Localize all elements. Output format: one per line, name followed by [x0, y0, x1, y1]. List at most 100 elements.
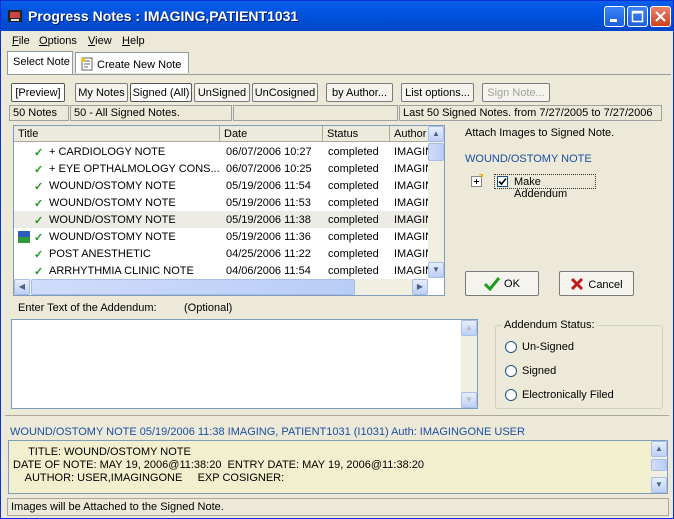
maximize-button[interactable] — [627, 6, 648, 27]
note-status: completed — [328, 197, 379, 209]
maximize-icon — [631, 10, 644, 23]
sign-note-button[interactable]: Sign Note... — [482, 83, 550, 102]
radio-unsigned[interactable] — [505, 341, 517, 353]
by-author-button[interactable]: by Author... — [326, 83, 393, 102]
ok-button[interactable]: OK — [465, 271, 539, 296]
note-title: WOUND/OSTOMY NOTE — [49, 197, 176, 209]
radio-signed[interactable] — [505, 365, 517, 377]
addendum-text-label: Enter Text of the Addendum: — [18, 302, 157, 314]
unsigned-button[interactable]: UnSigned — [194, 83, 250, 102]
scroll-down-icon[interactable]: ▼ — [651, 477, 667, 493]
signed-check-icon: ✓ — [34, 215, 44, 227]
note-text-vertical-scrollbar[interactable]: ▲ ▼ — [651, 441, 667, 493]
note-date: 04/25/2006 11:22 — [226, 248, 311, 260]
ok-check-icon — [483, 277, 501, 292]
scroll-thumb[interactable] — [31, 279, 355, 295]
column-header-status[interactable]: Status — [323, 126, 390, 142]
notes-list[interactable]: Title Date Status Author ✓ + CARDIOLOGY … — [13, 125, 445, 296]
attach-heading: Attach Images to Signed Note. — [465, 127, 615, 139]
tab-select-note[interactable]: Select Note — [7, 51, 73, 74]
scroll-down-icon[interactable]: ▼ — [461, 392, 477, 408]
note-count: 50 Notes — [9, 105, 69, 121]
scroll-thumb[interactable] — [428, 143, 444, 161]
column-header-title[interactable]: Title — [14, 126, 220, 142]
note-row[interactable]: ✓ POST ANESTHETIC 04/25/2006 11:22 compl… — [14, 245, 434, 262]
note-row[interactable]: ✓ + CARDIOLOGY NOTE 06/07/2006 10:27 com… — [14, 143, 434, 160]
expand-plus-icon[interactable] — [471, 174, 485, 188]
scroll-up-icon[interactable]: ▲ — [461, 320, 477, 336]
minimize-icon — [610, 19, 617, 22]
note-text-line: TITLE: WOUND/OSTOMY NOTE — [13, 446, 191, 458]
note-text-preview[interactable]: TITLE: WOUND/OSTOMY NOTE DATE OF NOTE: M… — [8, 440, 668, 494]
tab-create-new-note[interactable]: Create New Note — [75, 52, 189, 73]
addendum-status-legend: Addendum Status: — [502, 319, 597, 331]
list-options-button[interactable]: List options... — [401, 83, 474, 102]
uncosigned-button[interactable]: UnCosigned — [252, 83, 318, 102]
signed-all-button[interactable]: Signed (All) — [130, 83, 192, 102]
signed-check-icon: ✓ — [34, 249, 44, 261]
progress-notes-window: Progress Notes : IMAGING,PATIENT1031 Fil… — [0, 0, 674, 519]
title-bar[interactable]: Progress Notes : IMAGING,PATIENT1031 — [1, 1, 673, 31]
column-header-author[interactable]: Author — [390, 126, 430, 142]
tab-create-new-note-label: Create New Note — [97, 59, 182, 71]
scroll-up-icon[interactable]: ▲ — [651, 441, 667, 457]
make-addendum-checkbox[interactable] — [497, 176, 508, 187]
ok-label: OK — [504, 278, 520, 290]
minimize-button[interactable] — [604, 6, 625, 27]
app-icon — [8, 10, 22, 22]
notes-list-vertical-scrollbar[interactable]: ▲ ▼ — [428, 126, 444, 278]
cancel-x-icon — [571, 277, 584, 291]
radio-electronically-filed[interactable] — [505, 389, 517, 401]
radio-electronically-filed-label: Electronically Filed — [522, 389, 614, 401]
preview-button[interactable]: [Preview] — [11, 83, 65, 102]
status-bar: Images will be Attached to the Signed No… — [7, 498, 669, 516]
signed-check-icon: ✓ — [34, 232, 44, 244]
divider — [5, 415, 669, 416]
note-status: completed — [328, 180, 379, 192]
make-addendum-checkbox-row[interactable]: Make Addendum — [494, 174, 596, 200]
scroll-right-icon[interactable]: ▶ — [412, 279, 428, 295]
note-title: + CARDIOLOGY NOTE — [49, 146, 166, 158]
signed-check-icon: ✓ — [34, 198, 44, 210]
note-row-selected[interactable]: ✓ WOUND/OSTOMY NOTE 05/19/2006 11:38 com… — [14, 211, 434, 228]
note-row[interactable]: ✓ WOUND/OSTOMY NOTE 05/19/2006 11:54 com… — [14, 177, 434, 194]
scroll-up-icon[interactable]: ▲ — [428, 126, 444, 142]
signed-check-icon: ✓ — [34, 147, 44, 159]
addendum-optional-label: (Optional) — [184, 302, 233, 314]
close-icon — [655, 11, 666, 22]
menu-options[interactable]: Options — [39, 35, 77, 47]
note-row[interactable]: ✓ WOUND/OSTOMY NOTE 05/19/2006 11:36 com… — [14, 228, 434, 245]
scroll-left-icon[interactable]: ◀ — [14, 279, 30, 295]
note-row[interactable]: ✓ WOUND/OSTOMY NOTE 05/19/2006 11:53 com… — [14, 194, 434, 211]
note-row[interactable]: ✓ ARRHYTHMIA CLINIC NOTE 04/06/2006 11:5… — [14, 262, 434, 279]
column-header-date[interactable]: Date — [220, 126, 323, 142]
note-date: 05/19/2006 11:36 — [226, 231, 311, 243]
note-title: WOUND/OSTOMY NOTE — [49, 231, 176, 243]
addendum-text-area[interactable]: ▲ ▼ — [11, 319, 478, 409]
menu-help[interactable]: Help — [122, 35, 145, 47]
my-notes-button[interactable]: My Notes — [75, 83, 128, 102]
note-status: completed — [328, 146, 379, 158]
make-addendum-label: Make Addendum — [514, 176, 568, 200]
scroll-down-icon[interactable]: ▼ — [428, 262, 444, 278]
menu-file[interactable]: File — [12, 35, 30, 47]
note-date: 04/06/2006 11:54 — [226, 265, 311, 277]
menu-view[interactable]: View — [88, 35, 112, 47]
notes-list-horizontal-scrollbar[interactable]: ◀ ▶ — [14, 279, 428, 295]
note-status: completed — [328, 214, 379, 226]
cancel-button[interactable]: Cancel — [559, 271, 634, 296]
close-button[interactable] — [650, 6, 671, 27]
note-text-line: AUTHOR: USER,IMAGINGONE EXP COSIGNER: — [13, 472, 285, 484]
note-text-line: DATE OF NOTE: MAY 19, 2006@11:38:20 ENTR… — [13, 459, 424, 471]
new-note-icon — [81, 57, 93, 71]
info-spacer — [233, 105, 398, 121]
note-row[interactable]: ✓ + EYE OPTHALMOLOGY CONS... 06/07/2006 … — [14, 160, 434, 177]
addendum-vertical-scrollbar[interactable]: ▲ ▼ — [461, 320, 477, 408]
note-status: completed — [328, 231, 379, 243]
radio-unsigned-label: Un-Signed — [522, 341, 574, 353]
addendum-status-group: Addendum Status: Un-Signed Signed Electr… — [495, 319, 663, 409]
scroll-thumb[interactable] — [651, 459, 667, 471]
note-date: 05/19/2006 11:38 — [226, 214, 311, 226]
note-title: POST ANESTHETIC — [49, 248, 151, 260]
selected-note-summary: WOUND/OSTOMY NOTE 05/19/2006 11:38 IMAGI… — [10, 426, 525, 438]
